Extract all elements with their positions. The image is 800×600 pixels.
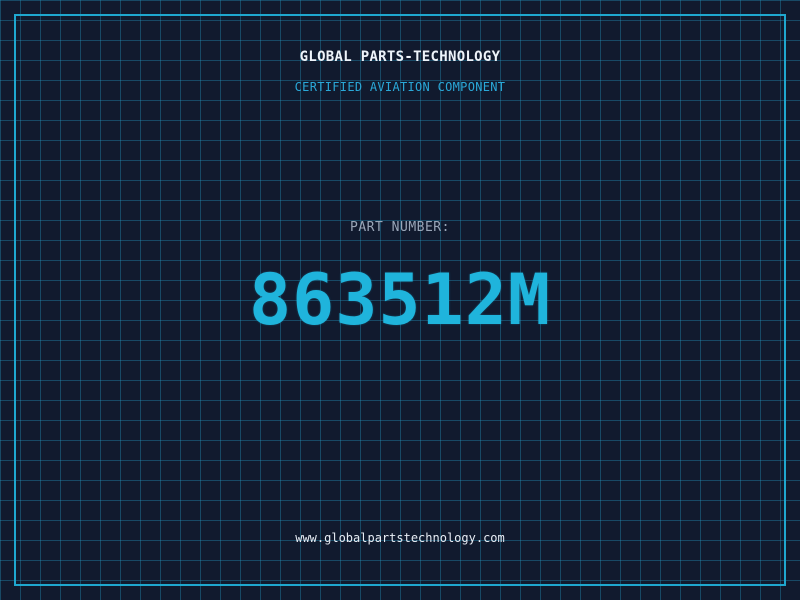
certification-subtitle: CERTIFIED AVIATION COMPONENT <box>294 80 506 94</box>
company-name: GLOBAL PARTS-TECHNOLOGY <box>299 49 501 65</box>
label-card: GLOBAL PARTS-TECHNOLOGY CERTIFIED AVIATI… <box>0 0 800 600</box>
part-number-value: 863512M <box>248 259 551 341</box>
website-url: www.globalpartstechnology.com <box>295 531 505 545</box>
part-number-label: PART NUMBER: <box>350 220 450 235</box>
